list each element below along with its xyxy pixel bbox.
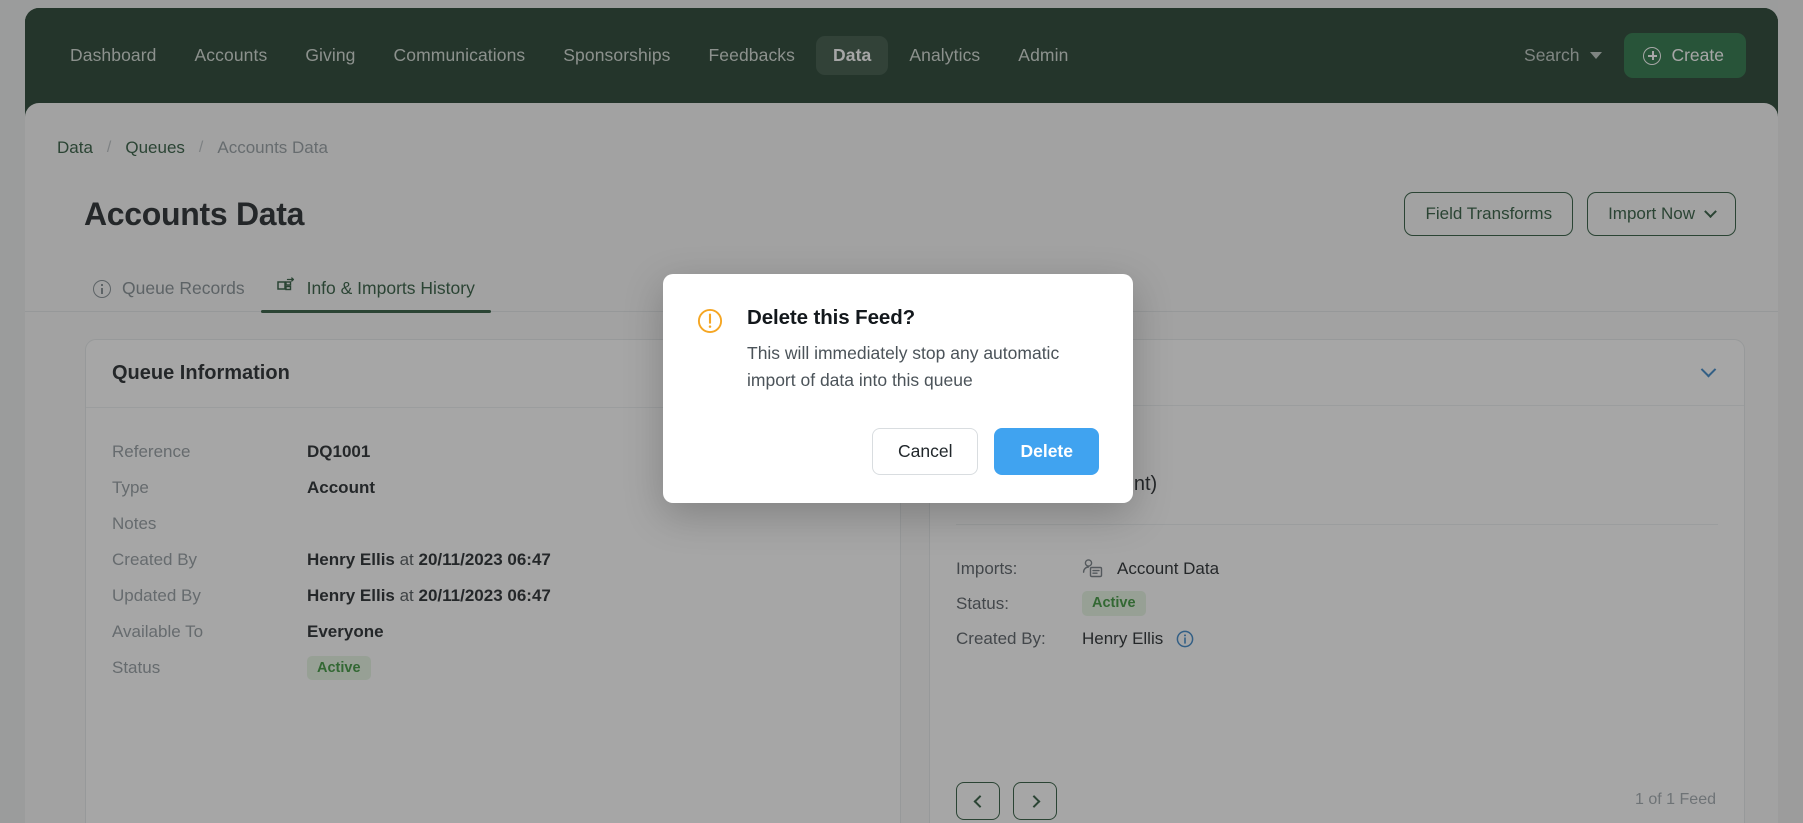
delete-button[interactable]: Delete <box>994 428 1099 476</box>
dialog-body: This will immediately stop any automatic… <box>747 343 1060 391</box>
cancel-button-label: Cancel <box>897 441 953 462</box>
dialog-actions: Cancel Delete <box>697 428 1099 476</box>
warning-circle-icon <box>697 308 723 334</box>
delete-button-label: Delete <box>1020 441 1073 462</box>
dialog-text-group: Delete this Feed? This will immediately … <box>747 306 1087 394</box>
dialog-title: Delete this Feed? <box>747 306 916 329</box>
cancel-button[interactable]: Cancel <box>871 428 979 476</box>
delete-feed-dialog: Delete this Feed? This will immediately … <box>663 274 1133 504</box>
dialog-header: Delete this Feed? This will immediately … <box>697 306 1099 394</box>
